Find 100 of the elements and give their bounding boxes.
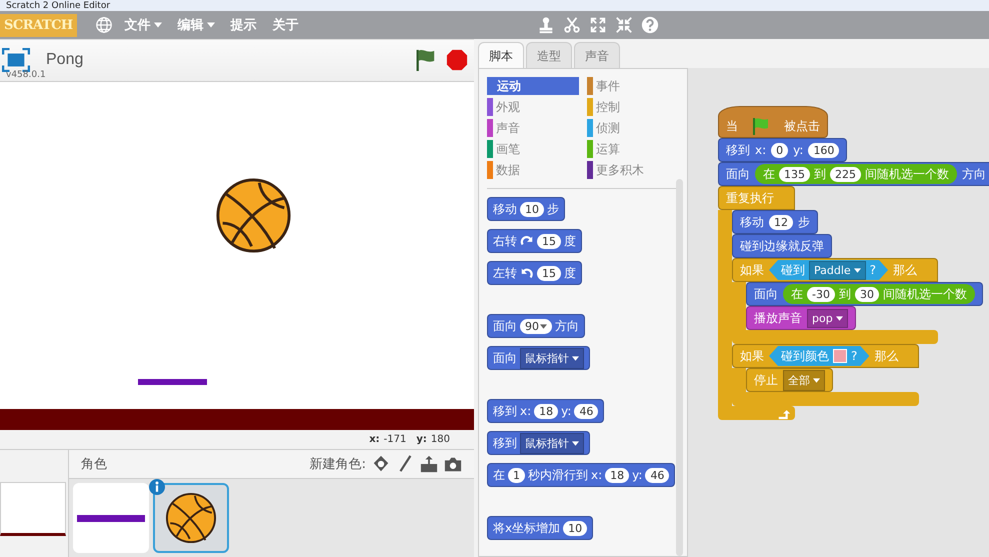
script-block[interactable]: 面向 在 135 到 225 间随机选一个数 方向 <box>718 162 989 186</box>
block-label: x: <box>591 469 602 481</box>
tab[interactable]: 脚本 <box>478 42 524 68</box>
number-input[interactable]: 15 <box>537 266 561 280</box>
tab[interactable]: 造型 <box>526 42 572 68</box>
caret-icon <box>540 324 547 328</box>
block-label: 停止 <box>754 374 778 386</box>
category-label: 画笔 <box>496 140 520 158</box>
block-label: 移到 <box>493 405 517 417</box>
block-label: 方向 <box>962 168 986 180</box>
number-input[interactable]: 15 <box>537 234 561 248</box>
dropdown-menu[interactable]: 鼠标指针 <box>520 432 584 454</box>
number-input[interactable]: 160 <box>808 142 840 158</box>
dropdown-menu[interactable]: pop <box>807 308 848 328</box>
block-label: y: <box>632 469 642 481</box>
block-label: 左转 <box>493 267 517 279</box>
script-block[interactable]: 碰到边缘就反弹 <box>732 234 832 258</box>
expand-icon[interactable] <box>588 16 607 34</box>
sprite-library-icon[interactable] <box>372 455 390 473</box>
tab[interactable]: 声音 <box>574 42 620 68</box>
block-label: 那么 <box>893 264 918 276</box>
block-label: 度 <box>564 267 576 279</box>
globe-icon[interactable] <box>94 16 113 34</box>
block-label: 到 <box>838 288 851 300</box>
script-block[interactable]: 面向 在 -30 到 30 间随机选一个数 <box>746 282 983 306</box>
rotate-right-icon <box>520 234 534 248</box>
flag-icon[interactable] <box>414 48 436 72</box>
basketball-sprite[interactable] <box>215 176 292 254</box>
caret-icon <box>854 268 861 272</box>
condition-block[interactable]: 碰到 Paddle ? <box>769 260 888 280</box>
info-icon[interactable] <box>149 479 165 495</box>
script-block[interactable]: 右转 15 度 <box>487 229 582 253</box>
script-block[interactable]: 移到 鼠标指针 <box>487 431 590 455</box>
shrink-icon[interactable] <box>614 16 633 34</box>
number-input[interactable]: 10 <box>563 520 588 536</box>
loop-arrow-icon <box>777 409 791 420</box>
coordinate-value: 180 <box>430 434 450 445</box>
number-dropdown[interactable]: 90 <box>520 318 552 334</box>
block-label: 到 <box>814 168 826 180</box>
script-block[interactable]: 面向 鼠标指针 <box>487 346 590 370</box>
stage-thumbnail[interactable] <box>0 482 66 536</box>
reporter-block[interactable]: 在 135 到 225 间随机选一个数 <box>755 164 957 184</box>
number-input[interactable]: 135 <box>779 166 810 182</box>
number-input[interactable]: 0 <box>771 142 788 158</box>
block-label: 步 <box>547 203 559 215</box>
number-input[interactable]: -30 <box>807 286 835 302</box>
block-label: 面向 <box>726 168 750 180</box>
number-input[interactable]: 12 <box>769 214 793 230</box>
number-input[interactable]: 10 <box>520 202 544 216</box>
reporter-block[interactable]: 在 -30 到 30 间随机选一个数 <box>783 284 975 304</box>
script-block[interactable]: 面向 90 方向 <box>487 314 585 338</box>
camera-icon[interactable] <box>444 455 462 473</box>
number-input[interactable]: 18 <box>605 468 630 482</box>
stop-icon[interactable] <box>446 49 468 72</box>
color-swatch[interactable] <box>833 349 847 363</box>
number-input[interactable]: 1 <box>508 468 525 482</box>
number-input[interactable]: 225 <box>830 166 861 182</box>
category-label: 运动 <box>497 78 521 94</box>
project-title[interactable]: Pong <box>46 51 84 70</box>
caret-icon <box>572 356 579 360</box>
basketball-thumbnail <box>165 492 217 544</box>
window-title: Scratch 2 Online Editor <box>6 0 110 10</box>
script-block[interactable]: 移到 x: 0 y: 160 <box>718 138 848 162</box>
block-label: 在 <box>763 168 775 180</box>
block-label: ? <box>870 264 876 276</box>
paddle-sprite[interactable] <box>138 378 207 385</box>
script-block[interactable]: 将x坐标增加 10 <box>487 516 594 540</box>
help-icon[interactable] <box>640 16 659 34</box>
scrollbar[interactable] <box>676 179 683 556</box>
script-block[interactable]: 在 1 秒内滑行到 x: 18 y: 46 <box>487 463 676 487</box>
block-label: 移动 <box>493 203 517 215</box>
script-block[interactable]: 移到 x: 18 y: 46 <box>487 399 604 423</box>
block-label: ? <box>851 350 858 362</box>
category-label: 数据 <box>496 162 520 178</box>
block-label: 秒内滑行到 <box>528 469 588 481</box>
block-label: 面向 <box>493 352 517 364</box>
dropdown-menu[interactable]: Paddle <box>809 260 866 280</box>
category-item[interactable]: 运动 <box>487 77 579 95</box>
script-block[interactable]: 播放声音 pop <box>746 306 856 330</box>
block-label: 被点击 <box>784 120 820 132</box>
number-input[interactable]: 46 <box>574 404 598 418</box>
script-block[interactable]: 移动 12 步 <box>732 210 818 234</box>
script-block[interactable]: 左转 15 度 <box>487 261 582 285</box>
number-input[interactable]: 46 <box>645 468 670 482</box>
sprite-tile[interactable] <box>73 483 149 553</box>
block-label: 碰到 <box>781 264 805 276</box>
caret-icon <box>813 378 820 382</box>
category-label: 外观 <box>496 98 520 116</box>
paddle-thumbnail <box>77 514 145 522</box>
upload-icon[interactable] <box>420 455 438 473</box>
category-label: 声音 <box>496 120 520 136</box>
number-input[interactable]: 30 <box>854 286 879 302</box>
block-label: 间随机选一个数 <box>865 168 949 180</box>
number-input[interactable]: 18 <box>534 404 558 418</box>
dropdown-menu[interactable]: 鼠标指针 <box>520 348 584 368</box>
if-block-top[interactable]: 如果 碰到 Paddle ? 那么 <box>732 258 938 282</box>
script-block[interactable]: 移动 10 步 <box>487 197 565 221</box>
category-label: 更多积木 <box>596 162 644 178</box>
scissors-icon[interactable] <box>562 16 581 34</box>
stamp-icon[interactable] <box>536 16 555 34</box>
